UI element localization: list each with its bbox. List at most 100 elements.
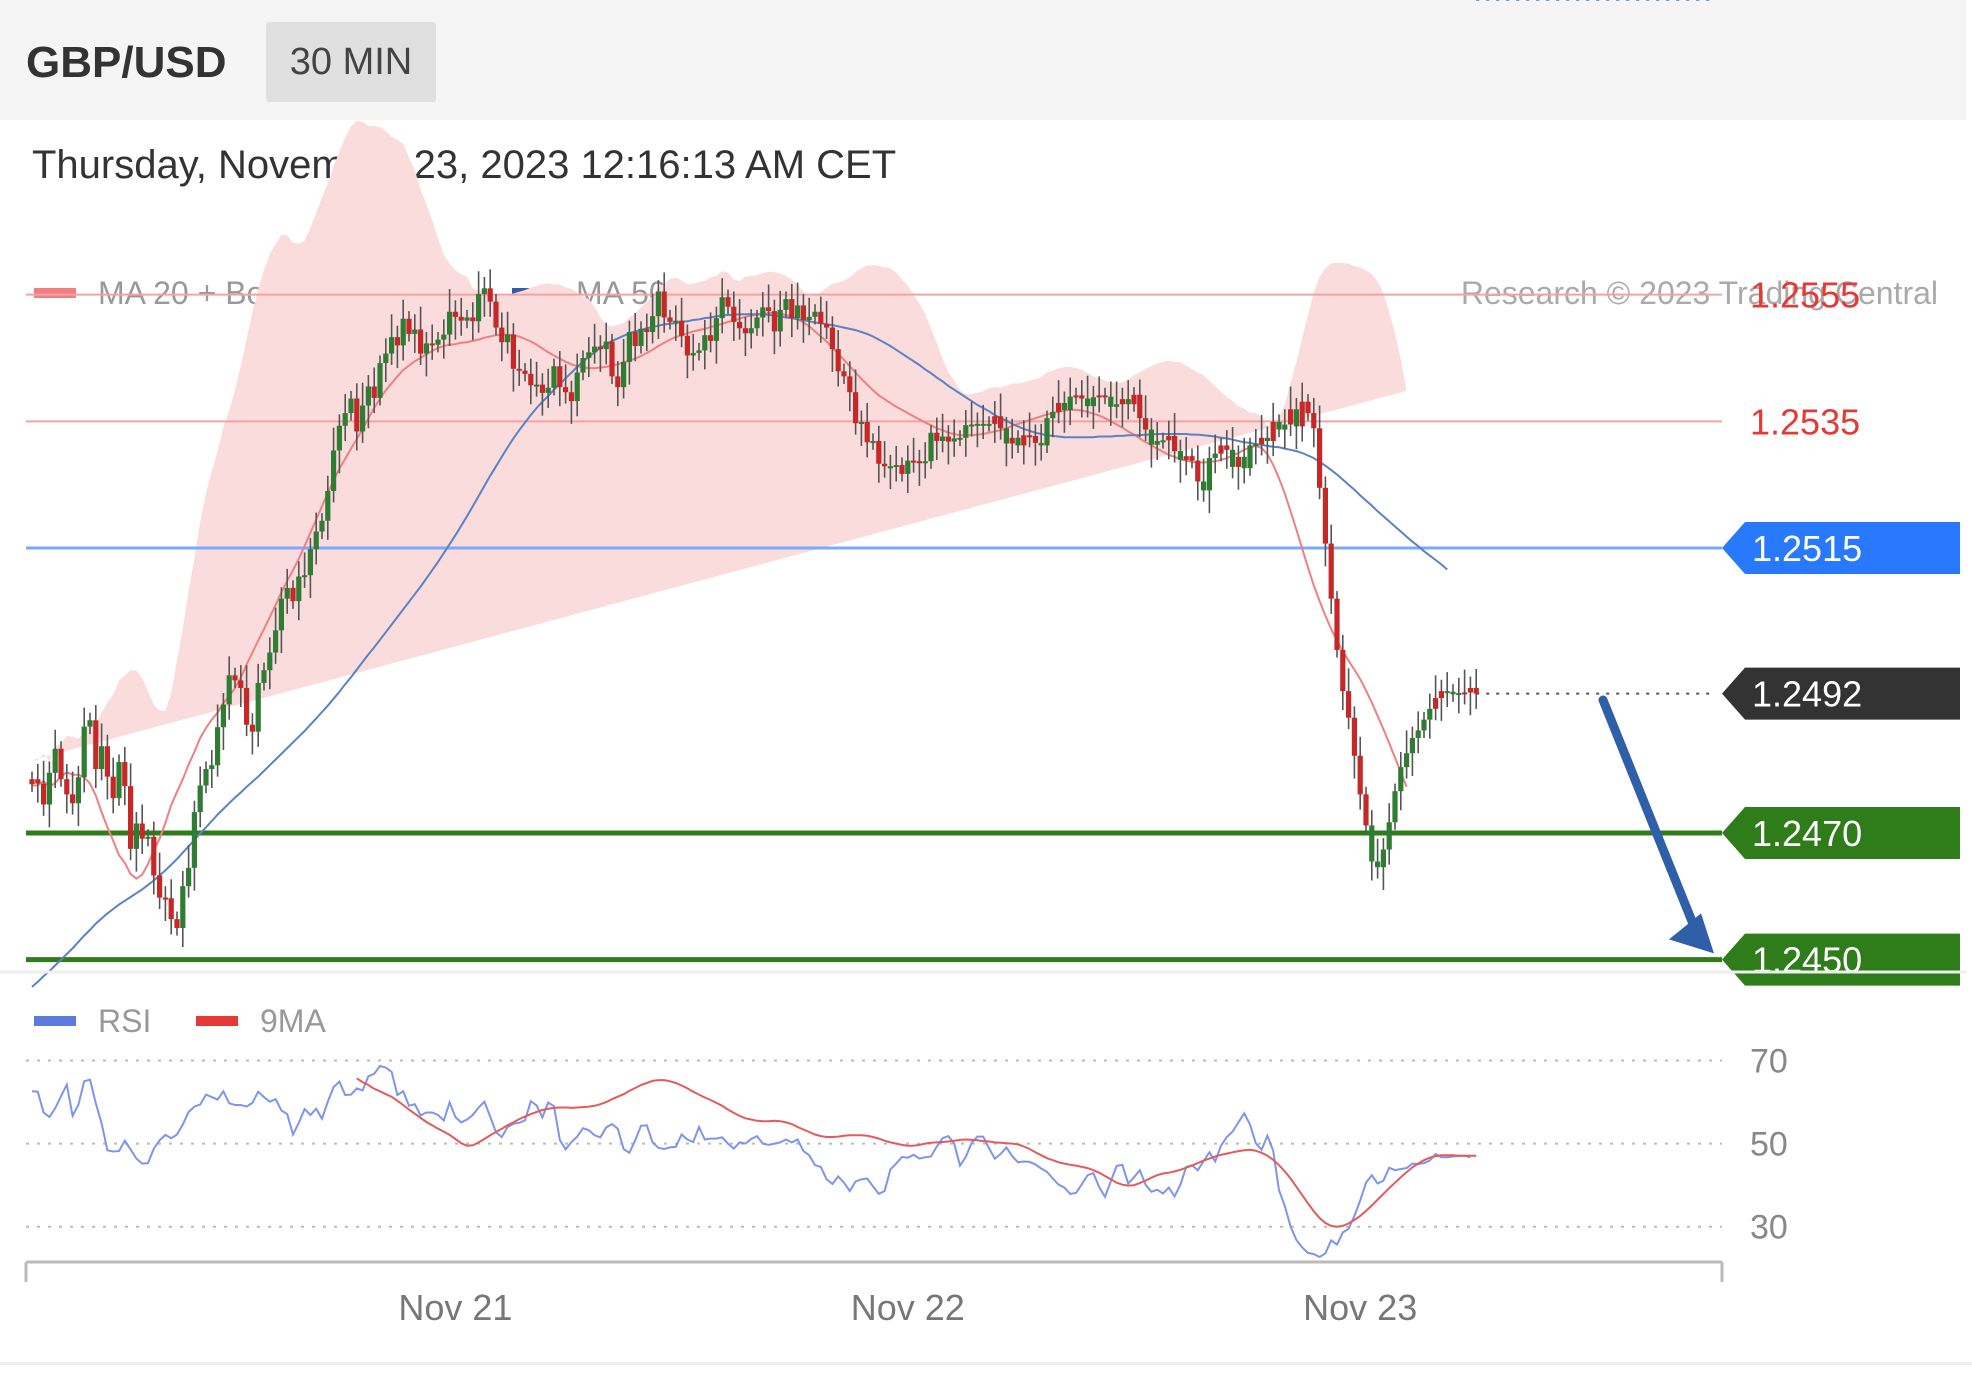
candle-body: [99, 746, 105, 770]
candle-body: [447, 311, 453, 335]
candle-body: [1009, 437, 1015, 444]
candle-body: [777, 309, 783, 332]
candle: [116, 754, 122, 806]
candle-body: [1247, 445, 1253, 469]
candle-body: [116, 762, 122, 799]
candle-body: [586, 352, 592, 358]
candle-body: [1160, 440, 1166, 443]
candle-body: [719, 297, 725, 319]
candle-body: [928, 432, 934, 462]
candle-body: [974, 423, 980, 426]
resistance-label: 1.2555: [1750, 275, 1860, 316]
candle-body: [1177, 451, 1183, 460]
candle-body: [951, 438, 957, 442]
candle-body: [81, 726, 87, 778]
candle-body: [1143, 418, 1149, 430]
candle-body: [186, 867, 192, 887]
candle-body: [133, 823, 139, 849]
candle: [162, 886, 168, 922]
candle-body: [168, 898, 174, 920]
candle-body: [748, 328, 754, 334]
candle: [41, 760, 47, 816]
candle-body: [1311, 413, 1317, 429]
candle-body: [452, 311, 458, 317]
candle-body: [481, 288, 487, 295]
candle: [1363, 786, 1369, 833]
candle-body: [516, 368, 522, 371]
candle: [1427, 693, 1433, 739]
candle: [1404, 730, 1410, 779]
candle-body: [319, 520, 325, 532]
candle-body: [1259, 437, 1265, 445]
candle-body: [145, 836, 151, 839]
candle-body: [766, 307, 772, 312]
candle-body: [1444, 691, 1450, 694]
candle-body: [1218, 445, 1224, 454]
candle-body: [1317, 428, 1323, 488]
legend-swatch-9ma: [196, 1016, 238, 1026]
candle-body: [423, 343, 429, 354]
candle: [191, 800, 197, 891]
candle-body: [215, 727, 221, 766]
candle-body: [180, 886, 186, 928]
candle-body: [557, 366, 563, 388]
candle: [1421, 712, 1427, 738]
candle-body: [696, 350, 702, 353]
candle-body: [1148, 429, 1154, 445]
candle-body: [737, 321, 743, 329]
support-tag: 1.2470: [1722, 807, 1960, 859]
candle-body: [829, 327, 835, 350]
candle-body: [458, 316, 464, 321]
x-tick-label: Nov 23: [1303, 1287, 1417, 1328]
candle-body: [806, 316, 812, 320]
copyright-notice: Research © 2023 Trading Central: [1461, 275, 1938, 311]
candle-body: [1415, 730, 1421, 738]
candle-body: [760, 307, 766, 318]
candle-body: [690, 352, 696, 356]
level-tags-layer: 1.2555 1.2535 1.2515 1.2492 1.2470 1.2450: [1722, 275, 1960, 986]
candle-body: [110, 776, 116, 799]
candle-body: [151, 836, 157, 876]
current-tag-label: 1.2492: [1752, 674, 1862, 715]
candle-body: [476, 294, 482, 322]
candle-body: [1137, 394, 1143, 419]
candle: [122, 746, 128, 806]
candle-body: [742, 328, 748, 334]
candle-body: [1114, 404, 1120, 407]
candle: [1456, 677, 1462, 714]
candle-body: [128, 786, 134, 849]
candle-body: [568, 392, 574, 402]
candle-body: [615, 376, 621, 388]
candle-body: [70, 794, 76, 804]
candle-body: [29, 779, 35, 785]
candle-body: [1038, 442, 1044, 446]
candle-body: [1032, 435, 1038, 443]
legend-label-rsi: RSI: [98, 1003, 151, 1039]
candle-body: [1195, 460, 1201, 482]
candle: [1450, 684, 1456, 702]
candle-body: [1102, 395, 1108, 398]
candle-body: [870, 440, 876, 443]
candle-body: [64, 779, 70, 795]
candle-body: [563, 387, 569, 393]
candle-body: [1433, 698, 1439, 709]
candle: [1380, 838, 1386, 890]
candle-body: [522, 370, 528, 374]
candle: [1322, 476, 1328, 567]
rsi-ma-line: [356, 1077, 1477, 1228]
candle-body: [35, 779, 41, 784]
candle-body: [93, 720, 99, 770]
candle-body: [1334, 598, 1340, 650]
candle-body: [580, 358, 586, 373]
candle-body: [203, 769, 209, 786]
candle-body: [980, 423, 986, 426]
candle-body: [1212, 453, 1218, 459]
rsi-tick-label: 30: [1750, 1209, 1788, 1247]
candle-body: [1154, 440, 1160, 445]
pivot-tag-label: 1.2515: [1752, 528, 1862, 569]
bollinger-band: [32, 120, 1407, 762]
rsi-tick-label: 70: [1750, 1043, 1788, 1081]
candle-body: [470, 317, 476, 322]
candle: [110, 757, 116, 814]
candle-body: [1172, 435, 1178, 452]
